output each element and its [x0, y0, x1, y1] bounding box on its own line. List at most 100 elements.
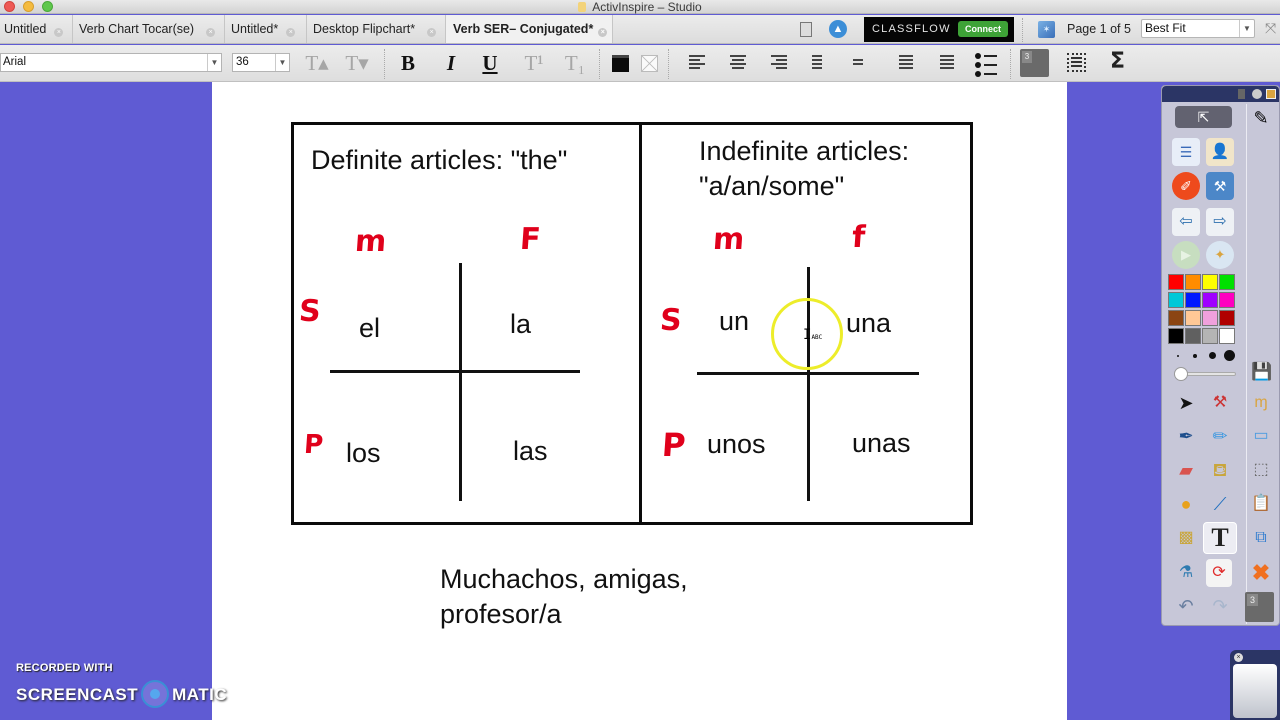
pen-tool-icon[interactable]: ✒ — [1172, 422, 1200, 450]
indent-increase-icon[interactable] — [895, 55, 913, 71]
fullscreen-icon[interactable]: ⤧ — [1265, 20, 1276, 37]
bullet-list-icon[interactable] — [975, 53, 1001, 77]
tools-menu-icon[interactable]: ⚒ — [1206, 389, 1234, 417]
toolbox-profile-icon[interactable] — [1266, 89, 1276, 99]
palette-color-swatch[interactable] — [1185, 292, 1201, 308]
next-page-icon[interactable]: ⇨ — [1206, 208, 1234, 236]
page-browser-icon[interactable]: ✶ — [1038, 21, 1055, 38]
article-unos[interactable]: unos — [707, 429, 766, 460]
tab-verb-ser-conjugated[interactable]: Verb SER– Conjugated* × — [446, 15, 613, 43]
palette-color-swatch[interactable] — [1219, 328, 1235, 344]
singular-label[interactable]: S — [659, 303, 683, 338]
tab-untitled[interactable]: Untitled × — [0, 15, 73, 43]
italic-button[interactable]: I — [439, 51, 463, 75]
main-menu-icon[interactable]: ☰ — [1172, 138, 1200, 166]
select-text-box-icon[interactable] — [1067, 53, 1086, 72]
browsers-icon[interactable]: 👤 — [1206, 138, 1234, 166]
grid-horizontal-line[interactable] — [330, 370, 580, 373]
align-left-icon[interactable] — [689, 55, 707, 71]
grid-vertical-line[interactable] — [459, 263, 462, 501]
superscript-button[interactable]: T¹ — [521, 51, 547, 75]
article-la[interactable]: la — [510, 309, 531, 340]
plural-label[interactable]: P — [661, 426, 687, 464]
equation-editor-button[interactable]: Σ — [1110, 49, 1125, 74]
toolbox-menu-icon[interactable] — [1238, 89, 1245, 99]
palette-color-swatch[interactable] — [1168, 274, 1184, 290]
toolbox-settings-icon[interactable] — [1252, 89, 1262, 99]
subscript-button[interactable]: T₁ — [562, 51, 588, 75]
clear-tool-icon[interactable]: ⚗ — [1172, 559, 1200, 587]
line-spacing-icon[interactable] — [812, 55, 830, 71]
palette-color-swatch[interactable] — [1185, 274, 1201, 290]
singular-label[interactable]: S — [298, 294, 322, 329]
close-tab-icon[interactable]: × — [598, 28, 608, 37]
duplicate-icon[interactable]: ⧉ — [1247, 524, 1275, 552]
tab-desktop-flipchart[interactable]: Desktop Flipchart* × — [307, 15, 446, 43]
close-tab-icon[interactable]: × — [427, 28, 437, 37]
toolbar-dock-icon[interactable]: 3 — [1020, 49, 1049, 77]
masculine-label[interactable]: m — [712, 222, 746, 257]
underline-button[interactable]: U — [478, 51, 502, 75]
align-center-icon[interactable] — [730, 55, 748, 71]
article-los[interactable]: los — [346, 438, 381, 469]
page-reveal-icon[interactable]: ▭ — [1247, 422, 1275, 450]
text-color-swatch[interactable] — [612, 55, 629, 72]
zoom-select[interactable]: Best Fit ▼ — [1141, 19, 1255, 38]
profile-pen-icon[interactable]: ✎ — [1247, 104, 1275, 132]
switch-profile-button[interactable]: ⇱ — [1175, 106, 1232, 128]
chevron-down-icon[interactable]: ▼ — [207, 54, 221, 71]
delete-icon[interactable]: ✖ — [1247, 559, 1275, 587]
plural-label[interactable]: P — [303, 430, 324, 460]
palette-color-swatch[interactable] — [1168, 292, 1184, 308]
eraser-tool-icon[interactable]: ▰ — [1172, 456, 1200, 484]
decrease-font-size-button[interactable]: T▾ — [342, 51, 372, 75]
pen-width-2[interactable] — [1193, 354, 1197, 358]
undo-icon[interactable]: ↶ — [1172, 592, 1200, 620]
close-tab-icon[interactable]: × — [206, 28, 216, 37]
palette-color-swatch[interactable] — [1219, 310, 1235, 326]
paragraph-spacing-icon[interactable] — [853, 55, 871, 71]
resource-tool-icon[interactable]: ▩ — [1172, 524, 1200, 552]
pen-width-3[interactable] — [1209, 352, 1216, 359]
palette-color-swatch[interactable] — [1202, 292, 1218, 308]
chevron-down-icon[interactable]: ▼ — [275, 54, 289, 71]
article-una[interactable]: una — [846, 308, 891, 339]
reset-page-icon[interactable]: ⟳ — [1206, 559, 1232, 587]
palette-color-swatch[interactable] — [1202, 310, 1218, 326]
chevron-down-icon[interactable]: ▼ — [1239, 20, 1254, 37]
previous-page-icon[interactable]: ⇦ — [1172, 208, 1200, 236]
tab-verb-chart-tocar[interactable]: Verb Chart Tocar(se) × — [73, 15, 225, 43]
grid-horizontal-line[interactable] — [697, 372, 919, 375]
article-unas[interactable]: unas — [852, 428, 911, 459]
shape-tool-icon[interactable]: ● — [1172, 490, 1200, 518]
article-las[interactable]: las — [513, 436, 548, 467]
example-nouns-text[interactable]: Muchachos, amigas, profesor/a — [440, 562, 688, 632]
save-icon[interactable]: 💾 — [1248, 358, 1276, 386]
article-el[interactable]: el — [359, 313, 380, 344]
increase-font-size-button[interactable]: T▴ — [302, 51, 332, 75]
close-trash-icon[interactable]: × — [1234, 653, 1243, 662]
align-right-icon[interactable] — [771, 55, 789, 71]
pen-width-4[interactable] — [1224, 350, 1235, 361]
palette-color-swatch[interactable] — [1185, 310, 1201, 326]
bold-button[interactable]: B — [396, 51, 420, 75]
select-tool-icon[interactable]: ➤ — [1172, 389, 1200, 417]
rocket-launch-icon[interactable]: ▲ — [829, 20, 847, 38]
play-icon[interactable]: ▶ — [1172, 241, 1200, 269]
palette-color-swatch[interactable] — [1202, 328, 1218, 344]
indent-decrease-icon[interactable] — [936, 55, 954, 71]
tab-untitled-modified[interactable]: Untitled* × — [225, 15, 307, 43]
palette-color-swatch[interactable] — [1185, 328, 1201, 344]
redo-icon[interactable]: ↷ — [1206, 592, 1234, 620]
text-tool-icon[interactable]: T — [1203, 522, 1237, 554]
palette-color-swatch[interactable] — [1219, 292, 1235, 308]
background-color-none-swatch[interactable] — [641, 55, 658, 72]
definite-articles-title[interactable]: Definite articles: "the" — [311, 143, 567, 178]
feminine-label[interactable]: f — [851, 220, 867, 255]
pen-width-1[interactable] — [1177, 355, 1179, 357]
font-family-select[interactable]: Arial ▼ — [0, 53, 222, 72]
desktop-tools-icon[interactable]: ⚒ — [1206, 172, 1234, 200]
connector-tool-icon[interactable]: ⟋ — [1206, 490, 1234, 518]
font-size-select[interactable]: 36 ▼ — [232, 53, 290, 72]
fill-tool-icon[interactable]: ⛾ — [1206, 456, 1234, 484]
